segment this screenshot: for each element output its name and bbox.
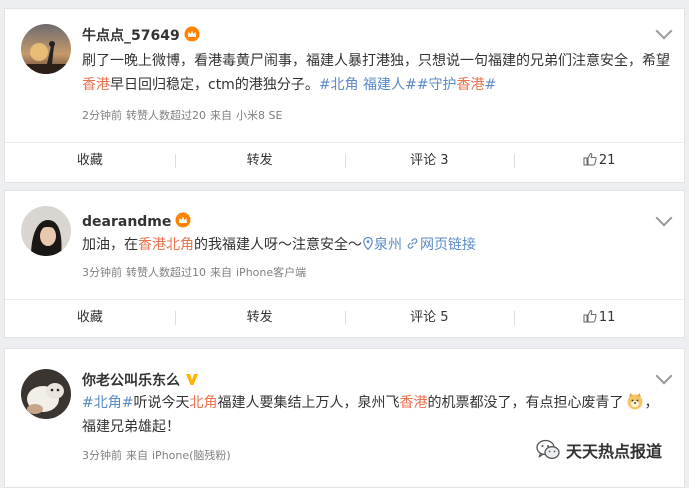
chevron-down-icon[interactable] <box>655 209 673 227</box>
thumbs-up-icon <box>583 309 597 323</box>
post-card: dearandme 加油，在香港北角的我福建人呀～注意安全～ 泉州 网页链接 3分钟… <box>4 190 685 338</box>
comment-button[interactable]: 评论 5 <box>344 300 515 336</box>
wechat-icon <box>536 439 560 459</box>
link-icon <box>407 238 418 249</box>
like-button[interactable]: 11 <box>514 300 684 336</box>
username[interactable]: 牛点点_57649 <box>82 25 200 45</box>
thumbs-up-icon <box>583 152 597 166</box>
location-pin-icon <box>363 236 373 251</box>
action-bar: 收藏 转发 评论 5 11 <box>5 299 684 336</box>
crown-badge-icon <box>184 26 200 42</box>
post-meta: 3分钟前 来自 iPhone(脑残粉) <box>82 449 231 462</box>
chevron-down-icon[interactable] <box>655 367 673 385</box>
repost-button[interactable]: 转发 <box>174 300 345 336</box>
hashtag[interactable]: #北角 福建人##守护香港# <box>319 77 496 93</box>
wechat-watermark: 天天热点报道 <box>536 434 686 466</box>
post-text: 加油，在香港北角的我福建人呀～注意安全～ 泉州 网页链接 <box>82 236 476 253</box>
location-link[interactable]: 泉州 <box>362 236 402 253</box>
hashtag[interactable]: #北角# <box>82 395 133 411</box>
chevron-down-icon[interactable] <box>655 22 673 40</box>
post-text: 刷了一晚上微博，看港毒黄尸闹事，福建人暴打港独，只想说一句福建的兄弟们注意安全，… <box>82 53 670 93</box>
username[interactable]: dearandme <box>82 212 191 230</box>
post-meta: 2分钟前 转赞人数超过20 来自 小米8 SE <box>82 109 283 122</box>
like-button[interactable]: 21 <box>514 143 684 179</box>
username[interactable]: 你老公叫乐东么 <box>82 370 200 390</box>
avatar[interactable] <box>21 206 71 256</box>
web-link[interactable]: 网页链接 <box>402 237 476 253</box>
doge-emoji-icon <box>627 393 643 410</box>
crown-badge-icon <box>175 212 191 228</box>
post-text: #北角#听说今天北角福建人要集结上万人，泉州飞香港的机票都没了，有点担心废青了，… <box>82 391 672 439</box>
avatar[interactable] <box>21 24 71 74</box>
avatar[interactable] <box>21 369 71 419</box>
verified-v-icon <box>186 374 198 385</box>
repost-button[interactable]: 转发 <box>174 143 345 179</box>
post-card: 你老公叫乐东么 #北角#听说今天北角福建人要集结上万人，泉州飞香港的机票都没了，… <box>4 348 685 488</box>
collect-button[interactable]: 收藏 <box>5 300 175 336</box>
collect-button[interactable]: 收藏 <box>5 143 175 179</box>
action-bar: 收藏 转发 评论 3 21 <box>5 142 684 179</box>
comment-button[interactable]: 评论 3 <box>344 143 515 179</box>
post-card: 牛点点_57649 刷了一晚上微博，看港毒黄尸闹事，福建人暴打港独，只想说一句福… <box>4 8 685 183</box>
post-meta: 3分钟前 转赞人数超过10 来自 iPhone客户端 <box>82 266 307 279</box>
